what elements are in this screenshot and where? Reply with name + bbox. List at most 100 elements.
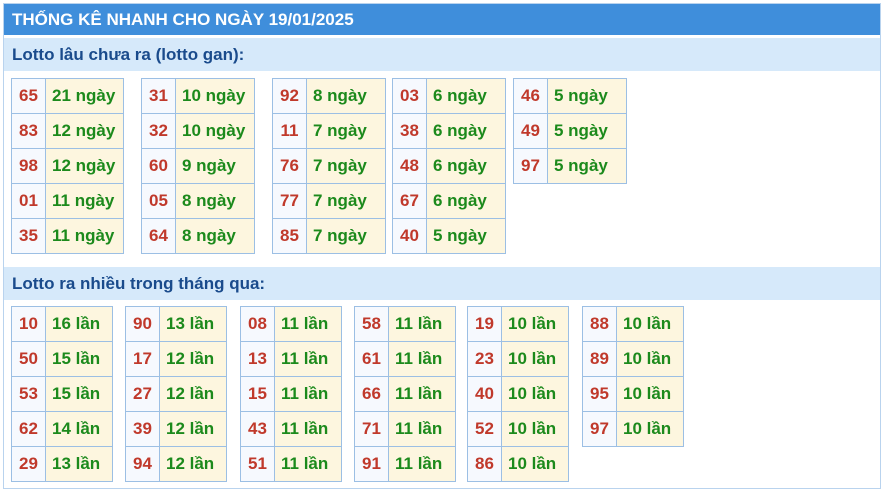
lotto-count: 15 lần xyxy=(45,376,113,412)
lotto-number: 62 xyxy=(11,411,46,447)
table-row: 76 7 ngày xyxy=(272,148,386,184)
lotto-number: 65 xyxy=(11,78,46,114)
table-row: 60 9 ngày xyxy=(141,148,255,184)
lotto-count: 6 ngày xyxy=(426,78,506,114)
stat-group: 03 6 ngày 38 6 ngày 48 6 ngày 67 6 ngày 40 5 ngày xyxy=(392,78,506,254)
lotto-count: 7 ngày xyxy=(306,113,386,149)
lotto-number: 64 xyxy=(141,218,176,254)
lotto-count: 5 ngày xyxy=(547,78,627,114)
table-row: 11 7 ngày xyxy=(272,113,386,149)
lotto-count: 12 ngày xyxy=(45,148,124,184)
table-row: 95 10 lần xyxy=(582,376,684,412)
lotto-number: 50 xyxy=(11,341,46,377)
lotto-count: 10 lần xyxy=(616,411,684,447)
lotto-number: 19 xyxy=(467,306,502,342)
lotto-count: 5 ngày xyxy=(547,113,627,149)
table-row: 51 11 lần xyxy=(240,446,342,482)
lotto-count: 14 lần xyxy=(45,411,113,447)
stat-group: 90 13 lần 17 12 lần 27 12 lần 39 12 lần 94 12 lần xyxy=(125,306,227,482)
table-row: 05 8 ngày xyxy=(141,183,255,219)
table-row: 58 11 lần xyxy=(354,306,456,342)
lotto-count: 16 lần xyxy=(45,306,113,342)
lotto-count: 13 lần xyxy=(45,446,113,482)
lotto-count: 15 lần xyxy=(45,341,113,377)
table-row: 23 10 lần xyxy=(467,341,569,377)
table-row: 64 8 ngày xyxy=(141,218,255,254)
stat-group: 31 10 ngày 32 10 ngày 60 9 ngày 05 8 ngày 64 8 ng… xyxy=(141,78,255,254)
table-row: 32 10 ngày xyxy=(141,113,255,149)
table-row: 43 11 lần xyxy=(240,411,342,447)
table-row: 46 5 ngày xyxy=(513,78,627,114)
table-row: 85 7 ngày xyxy=(272,218,386,254)
page-title: THỐNG KÊ NHANH CHO NGÀY 19/01/2025 xyxy=(4,4,880,35)
lotto-number: 71 xyxy=(354,411,389,447)
table-row: 52 10 lần xyxy=(467,411,569,447)
table-row: 27 12 lần xyxy=(125,376,227,412)
lotto-count: 10 lần xyxy=(501,411,569,447)
lotto-number: 60 xyxy=(141,148,176,184)
lotto-count: 5 ngày xyxy=(547,148,627,184)
table-row: 17 12 lần xyxy=(125,341,227,377)
table-row: 83 12 ngày xyxy=(11,113,124,149)
table-row: 61 11 lần xyxy=(354,341,456,377)
lotto-number: 11 xyxy=(272,113,307,149)
table-row: 53 15 lần xyxy=(11,376,113,412)
lotto-number: 92 xyxy=(272,78,307,114)
table-row: 40 5 ngày xyxy=(392,218,506,254)
table-row: 71 11 lần xyxy=(354,411,456,447)
lotto-count: 6 ngày xyxy=(426,183,506,219)
lotto-number: 95 xyxy=(582,376,617,412)
stat-group: 46 5 ngày 49 5 ngày 97 5 ngày xyxy=(513,78,627,184)
table-row: 35 11 ngày xyxy=(11,218,124,254)
table-row: 77 7 ngày xyxy=(272,183,386,219)
lotto-count: 10 lần xyxy=(501,306,569,342)
lotto-number: 91 xyxy=(354,446,389,482)
lotto-count: 11 ngày xyxy=(45,183,124,219)
stat-group: 92 8 ngày 11 7 ngày 76 7 ngày 77 7 ngày 85 7 ngày xyxy=(272,78,386,254)
lotto-count: 10 lần xyxy=(616,341,684,377)
lotto-count: 11 lần xyxy=(388,306,456,342)
lotto-count: 10 lần xyxy=(501,446,569,482)
lotto-count: 7 ngày xyxy=(306,218,386,254)
table-row: 66 11 lần xyxy=(354,376,456,412)
lotto-number: 10 xyxy=(11,306,46,342)
lotto-number: 13 xyxy=(240,341,275,377)
table-row: 08 11 lần xyxy=(240,306,342,342)
lotto-number: 31 xyxy=(141,78,176,114)
table-row: 29 13 lần xyxy=(11,446,113,482)
lotto-count: 7 ngày xyxy=(306,183,386,219)
lotto-number: 89 xyxy=(582,341,617,377)
lotto-count: 12 lần xyxy=(159,341,227,377)
lotto-count: 12 lần xyxy=(159,411,227,447)
lotto-count: 6 ngày xyxy=(426,148,506,184)
table-row: 89 10 lần xyxy=(582,341,684,377)
lotto-count: 11 lần xyxy=(388,446,456,482)
table-row: 39 12 lần xyxy=(125,411,227,447)
lotto-count: 8 ngày xyxy=(306,78,386,114)
lotto-number: 01 xyxy=(11,183,46,219)
lotto-count: 10 lần xyxy=(501,376,569,412)
lotto-number: 97 xyxy=(582,411,617,447)
lotto-count: 7 ngày xyxy=(306,148,386,184)
lotto-number: 39 xyxy=(125,411,160,447)
lotto-number: 32 xyxy=(141,113,176,149)
table-row: 94 12 lần xyxy=(125,446,227,482)
lotto-number: 27 xyxy=(125,376,160,412)
lotto-number: 03 xyxy=(392,78,427,114)
stat-group: 65 21 ngày 83 12 ngày 98 12 ngày 01 11 ngày 35 11… xyxy=(11,78,124,254)
lotto-number: 97 xyxy=(513,148,548,184)
lotto-number: 53 xyxy=(11,376,46,412)
lotto-count: 11 lần xyxy=(274,411,342,447)
lotto-count: 13 lần xyxy=(159,306,227,342)
lotto-number: 83 xyxy=(11,113,46,149)
lotto-count: 11 lần xyxy=(274,306,342,342)
lotto-count: 10 ngày xyxy=(175,113,255,149)
lotto-count: 12 ngày xyxy=(45,113,124,149)
lotto-number: 52 xyxy=(467,411,502,447)
table-row: 65 21 ngày xyxy=(11,78,124,114)
table-row: 49 5 ngày xyxy=(513,113,627,149)
lotto-number: 98 xyxy=(11,148,46,184)
table-row: 98 12 ngày xyxy=(11,148,124,184)
table-row: 97 5 ngày xyxy=(513,148,627,184)
table-row: 67 6 ngày xyxy=(392,183,506,219)
